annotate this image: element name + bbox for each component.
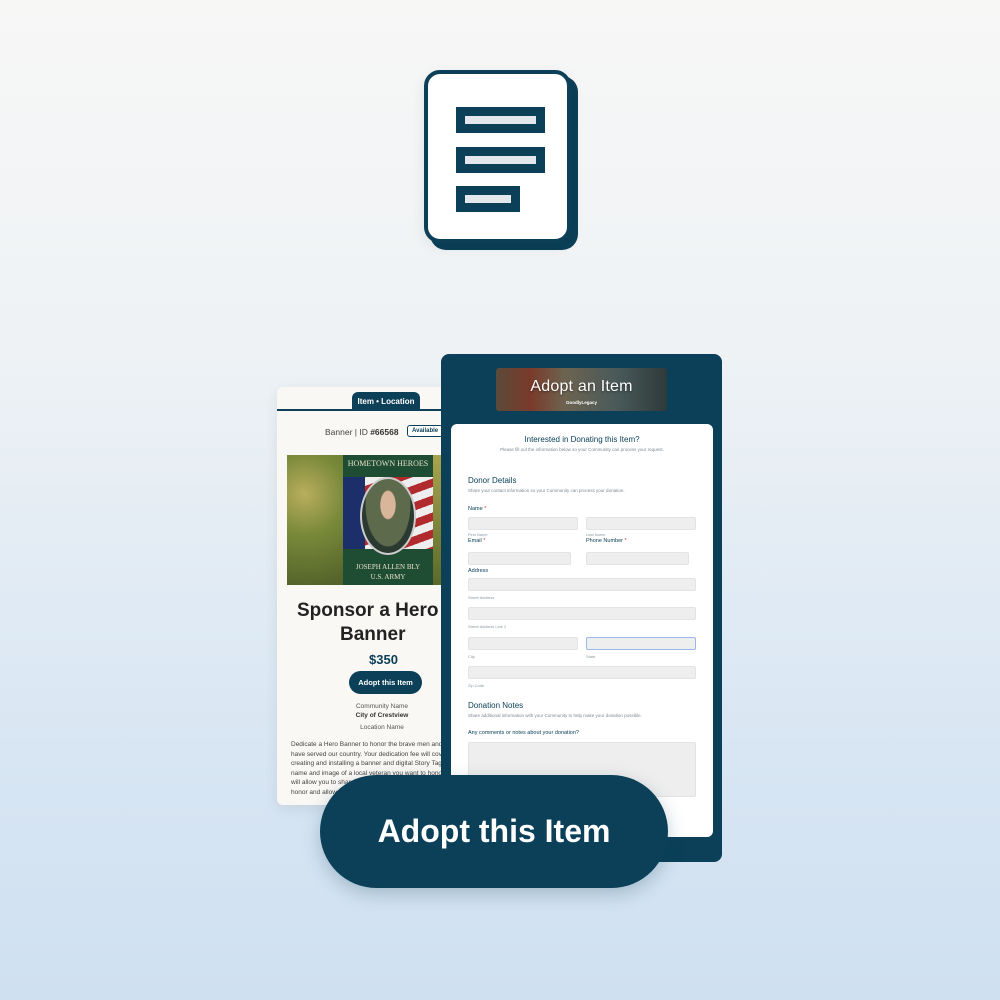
street-address-input[interactable] — [468, 578, 696, 591]
address-label: Address — [468, 568, 489, 574]
banner-header-text: HOMETOWN HEROES — [347, 459, 429, 468]
form-title: Interested in Donating this Item? — [524, 435, 640, 444]
last-name-hint: Last Name — [586, 532, 606, 537]
icon-page — [424, 70, 571, 243]
zip-code-hint: Zip Code — [468, 683, 485, 688]
donation-notes-subtitle: Share additional information with your C… — [468, 713, 642, 718]
photo-trees — [287, 455, 345, 585]
banner-name-text: JOSEPH ALLEN BLY — [355, 563, 421, 571]
adopt-item-button[interactable]: Adopt this Item — [320, 775, 668, 888]
location-label: Location Name — [360, 724, 404, 731]
phone-label: Phone Number * — [586, 538, 627, 544]
email-label: Email * — [468, 538, 486, 544]
donor-details-heading: Donor Details — [468, 476, 517, 485]
street-address-hint: Street Address — [468, 595, 495, 600]
item-title: Sponsor a Hero — [297, 600, 439, 621]
item-card: Item • Location Banner | ID #66568 Avail… — [277, 387, 457, 805]
email-input[interactable] — [468, 552, 571, 565]
item-title-line2: Banner — [340, 624, 406, 645]
item-price: $350 — [369, 652, 398, 667]
form-document-icon — [424, 70, 579, 250]
name-label: Name * — [468, 506, 487, 512]
item-id-value: #66568 — [370, 427, 399, 437]
comments-label: Any comments or notes about your donatio… — [468, 730, 579, 736]
item-id-prefix: Banner | ID — [325, 427, 371, 437]
city-input[interactable] — [468, 637, 578, 650]
icon-line — [456, 147, 545, 173]
state-input[interactable] — [586, 637, 696, 650]
item-photo: HOMETOWN HEROES JOSEPH ALLEN BLY U.S. AR… — [287, 455, 447, 585]
soldier-portrait — [360, 477, 416, 555]
banner-branch-text: U.S. ARMY — [370, 573, 406, 581]
first-name-hint: First Name — [468, 532, 488, 537]
hero-title: Adopt an Item — [530, 378, 633, 395]
status-badge: Available — [407, 425, 444, 437]
street-address-2-input[interactable] — [468, 607, 696, 620]
phone-input[interactable] — [586, 552, 689, 565]
donor-details-subtitle: Share your contact information so your C… — [468, 488, 625, 493]
last-name-input[interactable] — [586, 517, 696, 530]
zip-code-input[interactable] — [468, 666, 696, 679]
community-value: City of Crestview — [355, 712, 409, 719]
form-subtitle: Please fill out the information below so… — [500, 447, 664, 452]
brand-logo: GoodlyLegacy — [565, 400, 597, 405]
community-label: Community Name — [355, 703, 408, 710]
state-hint: State — [586, 654, 596, 659]
donation-notes-heading: Donation Notes — [468, 701, 524, 710]
first-name-input[interactable] — [468, 517, 578, 530]
tab-item-location[interactable]: Item • Location — [352, 392, 420, 411]
hero-banner-image: HOMETOWN HEROES JOSEPH ALLEN BLY U.S. AR… — [343, 455, 433, 585]
adopt-hero-image: Adopt an Item GoodlyLegacy — [496, 368, 667, 411]
city-hint: City — [468, 654, 475, 659]
adopt-item-button-small[interactable]: Adopt this Item — [349, 671, 422, 694]
icon-line — [456, 107, 545, 133]
icon-line — [456, 186, 520, 212]
street-address-2-hint: Street Address Line 2 — [468, 624, 507, 629]
item-id: Banner | ID #66568 — [325, 427, 399, 437]
